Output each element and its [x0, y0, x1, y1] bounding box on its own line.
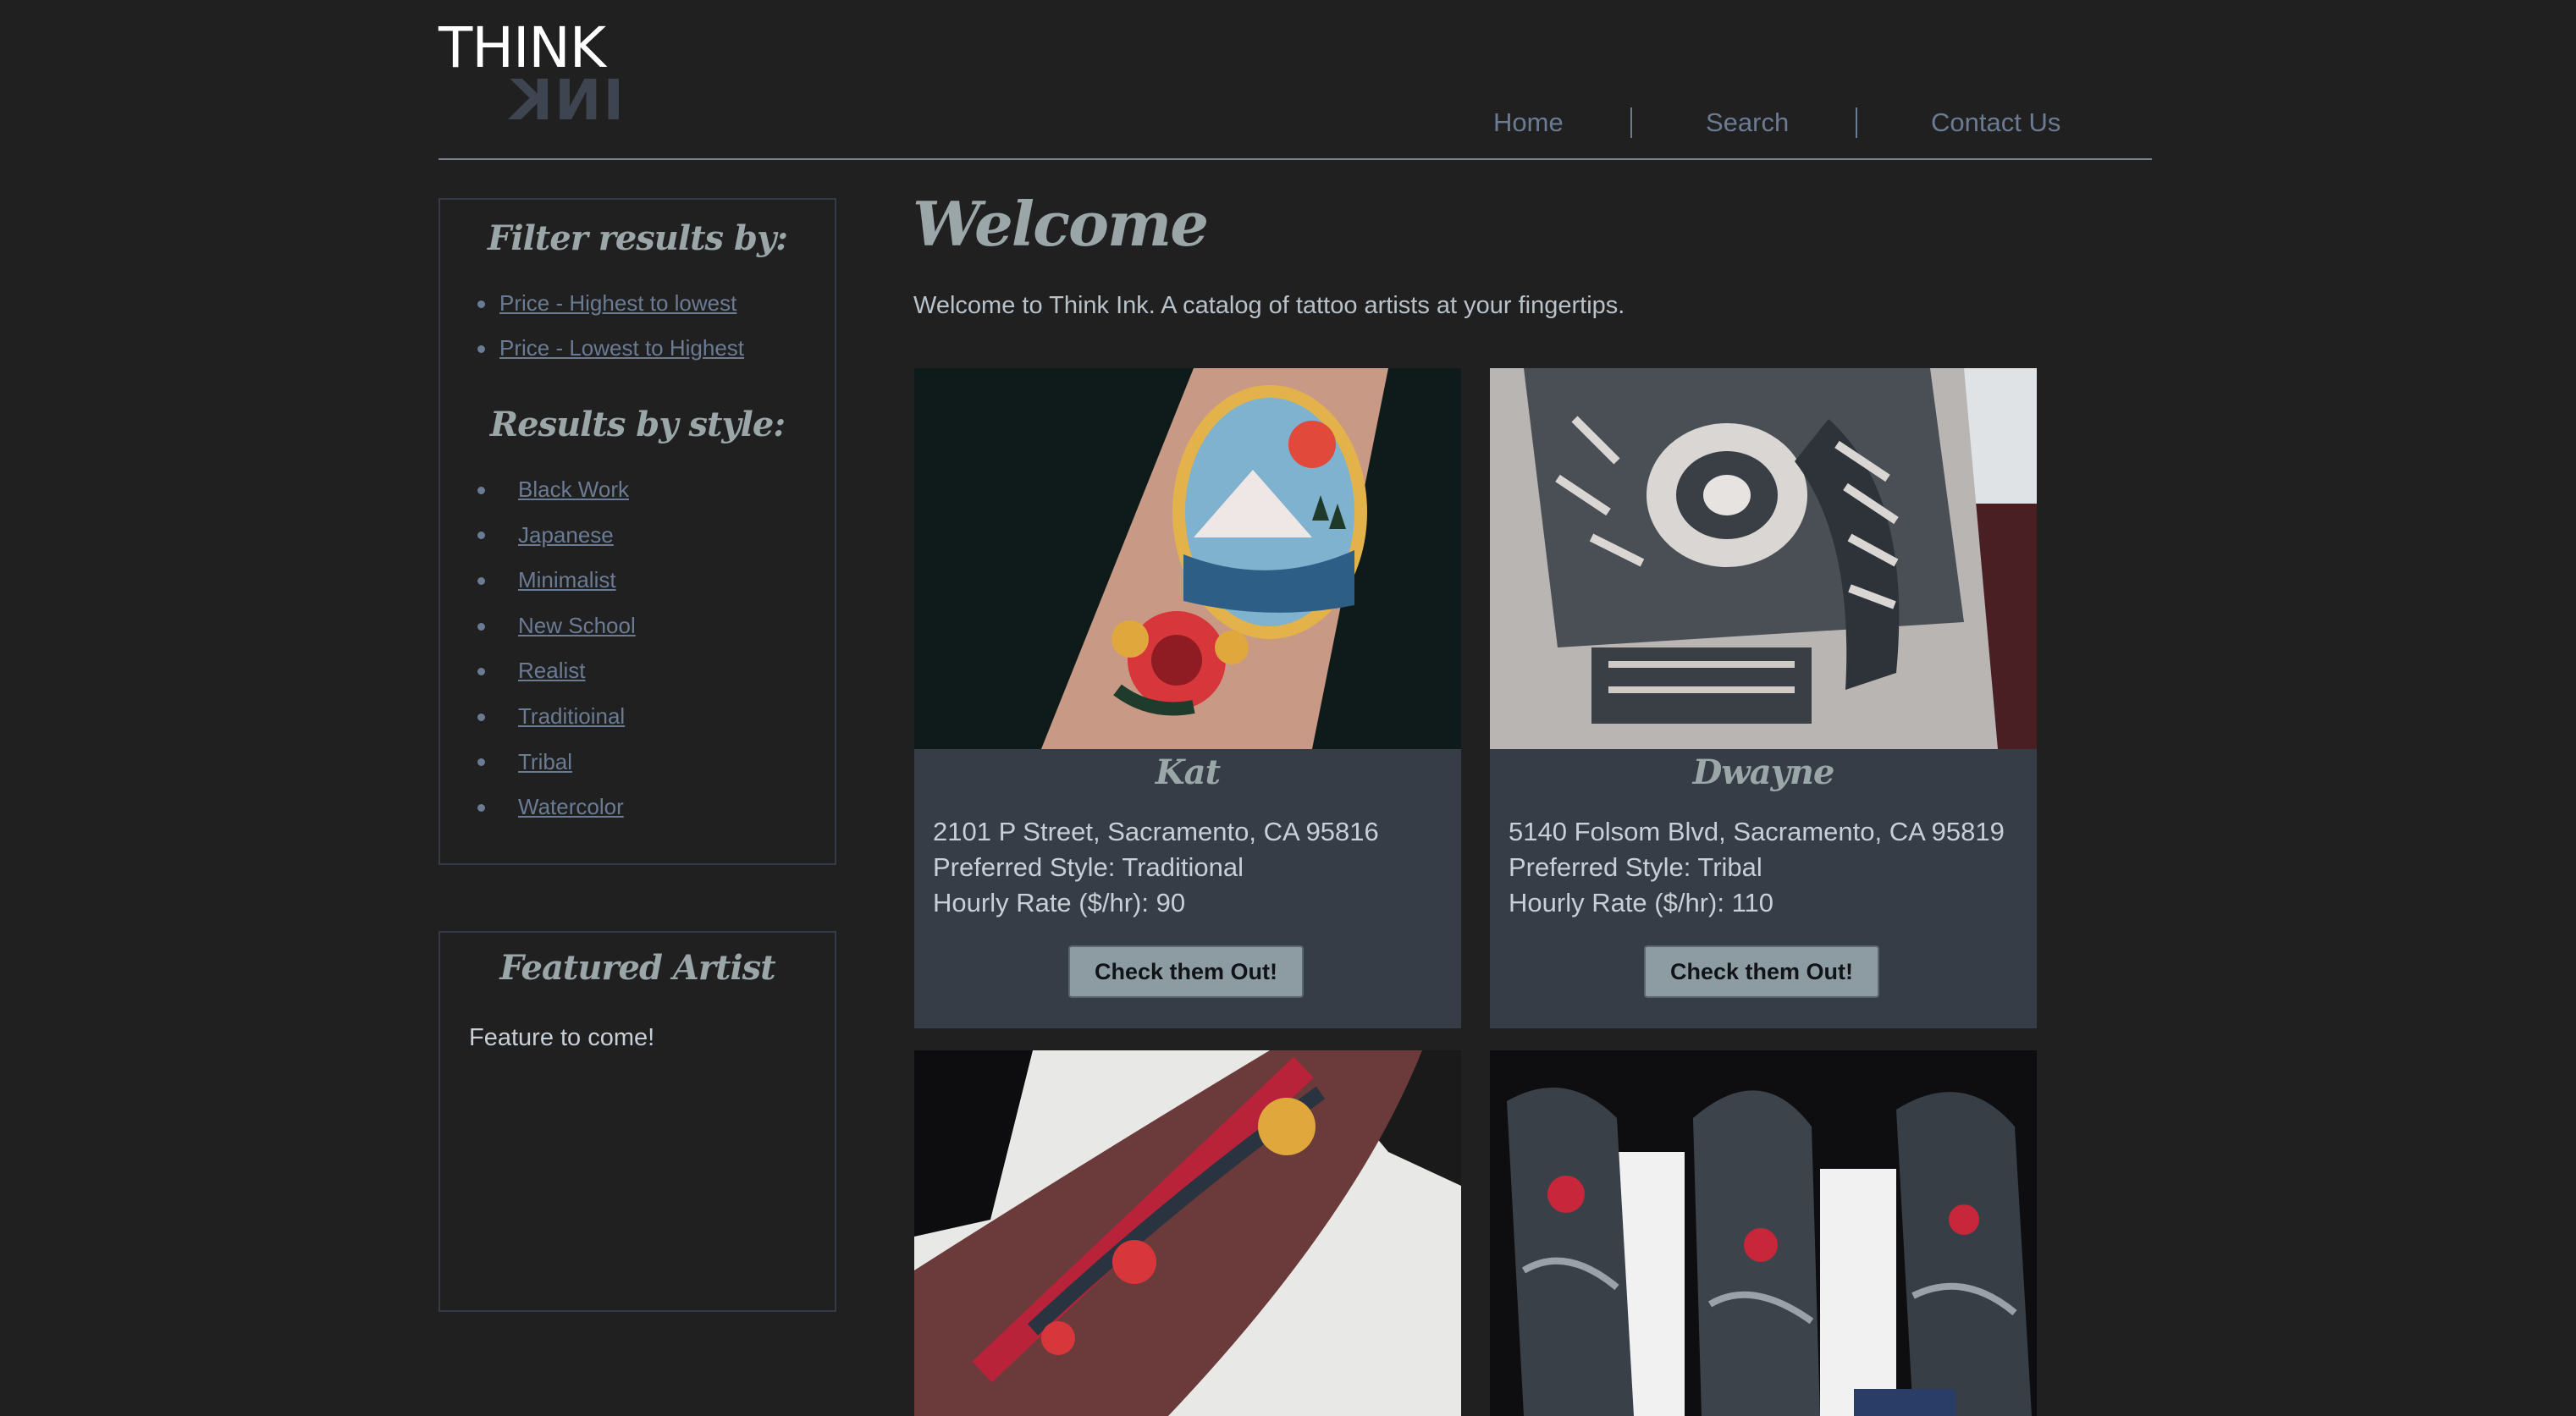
- tattoo-photo[interactable]: [914, 1050, 1461, 1416]
- list-item: Minimalist: [474, 558, 636, 603]
- header-divider: [439, 158, 2152, 160]
- sort-price-high-low-link[interactable]: Price - Highest to lowest: [499, 290, 736, 316]
- style-link-new-school[interactable]: New School: [518, 613, 636, 638]
- sort-options-list: Price - Highest to lowest Price - Lowest…: [474, 281, 744, 371]
- list-item: Price - Highest to lowest: [474, 281, 744, 326]
- tattoo-photo[interactable]: [1490, 1050, 2037, 1416]
- bullet-icon: [477, 758, 485, 767]
- tattoo-photo[interactable]: [914, 368, 1461, 749]
- style-link-watercolor[interactable]: Watercolor: [518, 794, 624, 819]
- artist-card: [914, 1050, 1461, 1416]
- style-link-black-work[interactable]: Black Work: [518, 477, 629, 502]
- artist-rate: Hourly Rate ($/hr): 110: [1509, 888, 1773, 917]
- featured-heading: Featured Artist: [499, 948, 775, 988]
- artist-name: Kat: [1155, 752, 1221, 792]
- logo-ink-text: INK: [508, 68, 624, 133]
- artist-card: Kat 2101 P Street, Sacramento, CA 95816 …: [914, 368, 1461, 1028]
- nav-search-link[interactable]: Search: [1706, 102, 1789, 144]
- artist-rate: Hourly Rate ($/hr): 90: [933, 888, 1186, 917]
- nav-divider: [1630, 107, 1632, 138]
- tattoo-photo-graphic: [914, 368, 1461, 749]
- artist-address: 5140 Folsom Blvd, Sacramento, CA 95819: [1509, 817, 2005, 846]
- filter-panel: Filter results by: Price - Highest to lo…: [439, 198, 836, 865]
- artist-name: Dwayne: [1692, 752, 1835, 792]
- list-item: Traditioinal: [474, 694, 636, 740]
- bullet-icon: [477, 622, 485, 631]
- nav-contact-link[interactable]: Contact Us: [1931, 102, 2060, 144]
- style-link-minimalist[interactable]: Minimalist: [518, 567, 616, 592]
- logo[interactable]: THINK INK: [439, 20, 624, 139]
- style-link-traditional[interactable]: Traditioinal: [518, 703, 625, 729]
- sort-price-low-high-link[interactable]: Price - Lowest to Highest: [499, 335, 744, 361]
- tattoo-photo-graphic: [1490, 1050, 2037, 1416]
- tattoo-photo-graphic: [1490, 368, 2037, 749]
- list-item: Realist: [474, 648, 636, 694]
- list-item: Black Work: [474, 467, 636, 513]
- tattoo-photo[interactable]: [1490, 368, 2037, 749]
- bullet-icon: [477, 532, 485, 540]
- bullet-icon: [477, 300, 485, 308]
- bullet-icon: [477, 344, 485, 353]
- nav-divider: [1856, 107, 1857, 138]
- check-artist-button[interactable]: Check them Out!: [1644, 945, 1879, 998]
- bullet-icon: [477, 803, 485, 812]
- list-item: Japanese: [474, 513, 636, 559]
- style-link-realist[interactable]: Realist: [518, 658, 585, 683]
- list-item: New School: [474, 603, 636, 649]
- artist-card: [1490, 1050, 2037, 1416]
- style-heading: Results by style:: [489, 405, 786, 444]
- bullet-icon: [477, 486, 485, 494]
- list-item: Watercolor: [474, 785, 636, 830]
- nav-home-link[interactable]: Home: [1493, 102, 1564, 144]
- featured-artist-panel: Featured Artist Feature to come!: [439, 931, 836, 1312]
- list-item: Tribal: [474, 740, 636, 785]
- artist-address: 2101 P Street, Sacramento, CA 95816: [933, 817, 1379, 846]
- filter-heading: Filter results by:: [488, 218, 788, 258]
- bullet-icon: [477, 713, 485, 721]
- check-artist-button[interactable]: Check them Out!: [1068, 945, 1304, 998]
- tattoo-photo-graphic: [914, 1050, 1461, 1416]
- artist-card: Dwayne 5140 Folsom Blvd, Sacramento, CA …: [1490, 368, 2037, 1028]
- page-title: Welcome: [913, 188, 1209, 260]
- bullet-icon: [477, 668, 485, 676]
- style-link-tribal[interactable]: Tribal: [518, 749, 572, 774]
- bullet-icon: [477, 576, 485, 585]
- artist-style: Preferred Style: Tribal: [1509, 852, 1762, 882]
- style-link-japanese[interactable]: Japanese: [518, 522, 614, 548]
- artist-style: Preferred Style: Traditional: [933, 852, 1244, 882]
- featured-text: Feature to come!: [469, 1024, 655, 1051]
- style-options-list: Black Work Japanese Minimalist New Schoo…: [474, 467, 636, 830]
- list-item: Price - Lowest to Highest: [474, 326, 744, 371]
- page-intro: Welcome to Think Ink. A catalog of tatto…: [913, 292, 1625, 319]
